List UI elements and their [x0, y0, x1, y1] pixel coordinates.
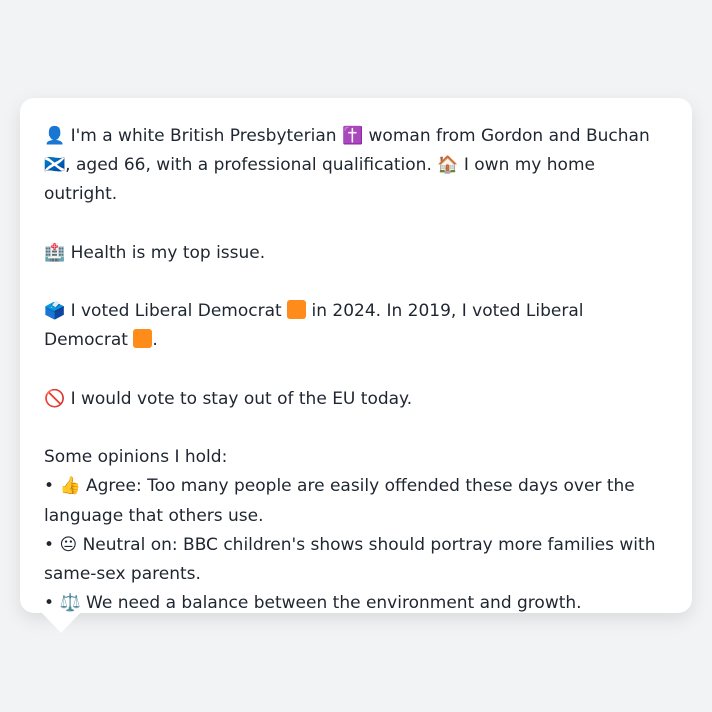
bullet: •	[44, 593, 55, 614]
voting-prefix-text: I voted Liberal Democrat	[70, 301, 282, 322]
voting-end-text: .	[152, 330, 158, 351]
eu-paragraph: 🚫 I would vote to stay out of the EU tod…	[44, 385, 668, 414]
bubble-tail	[41, 612, 81, 633]
opinions-section: Some opinions I hold: • 👍 Agree: Too man…	[44, 443, 668, 618]
party-color-swatch-icon	[287, 300, 307, 320]
opinions-heading: Some opinions I hold:	[44, 447, 228, 468]
opinion-item: • ⚖️ We need a balance between the envir…	[44, 589, 668, 618]
bullet: •	[44, 476, 55, 497]
identity-prefix-text: I'm a white British Presbyterian	[70, 126, 337, 146]
voting-paragraph: 🗳️ I voted Liberal Democrat in 2024. In …	[44, 297, 668, 355]
age-text: aged 66, with a professional qualificati…	[75, 155, 432, 176]
opinion-text: We need a balance between the environmen…	[86, 593, 582, 614]
thumbs-up-icon: 👍	[59, 476, 81, 497]
hospital-icon: 🏥	[44, 242, 66, 263]
person-icon: 👤	[44, 126, 66, 146]
identity-paragraph: 👤 I'm a white British Presbyterian ✝️ wo…	[44, 122, 668, 210]
opinion-text: Neutral on: BBC children's shows should …	[44, 534, 656, 584]
identity-suffix-text: ,	[65, 155, 71, 176]
scotland-flag-icon: 🏴󠁧󠁢󠁳󠁣󠁴󠁿	[44, 155, 66, 176]
eu-text: I would vote to stay out of the EU today…	[70, 388, 413, 409]
cross-icon: ✝️	[341, 126, 364, 146]
house-icon: 🏠	[437, 155, 459, 176]
party-color-swatch-icon	[133, 329, 153, 349]
bullet: •	[44, 534, 55, 555]
issue-paragraph: 🏥 Health is my top issue.	[44, 239, 668, 268]
ballot-box-icon: 🗳️	[44, 301, 66, 322]
persona-message-bubble: 👤 I'm a white British Presbyterian ✝️ wo…	[20, 98, 692, 613]
neutral-face-icon: 😐	[59, 534, 78, 555]
identity-middle-text: woman from Gordon and Buchan	[368, 126, 650, 146]
opinion-item: • 😐 Neutral on: BBC children's shows sho…	[44, 531, 668, 589]
prohibited-icon: 🚫	[44, 388, 66, 409]
opinion-item: • 👍 Agree: Too many people are easily of…	[44, 472, 668, 530]
opinion-text: Agree: Too many people are easily offend…	[44, 476, 635, 526]
issue-text: Health is my top issue.	[70, 242, 266, 263]
